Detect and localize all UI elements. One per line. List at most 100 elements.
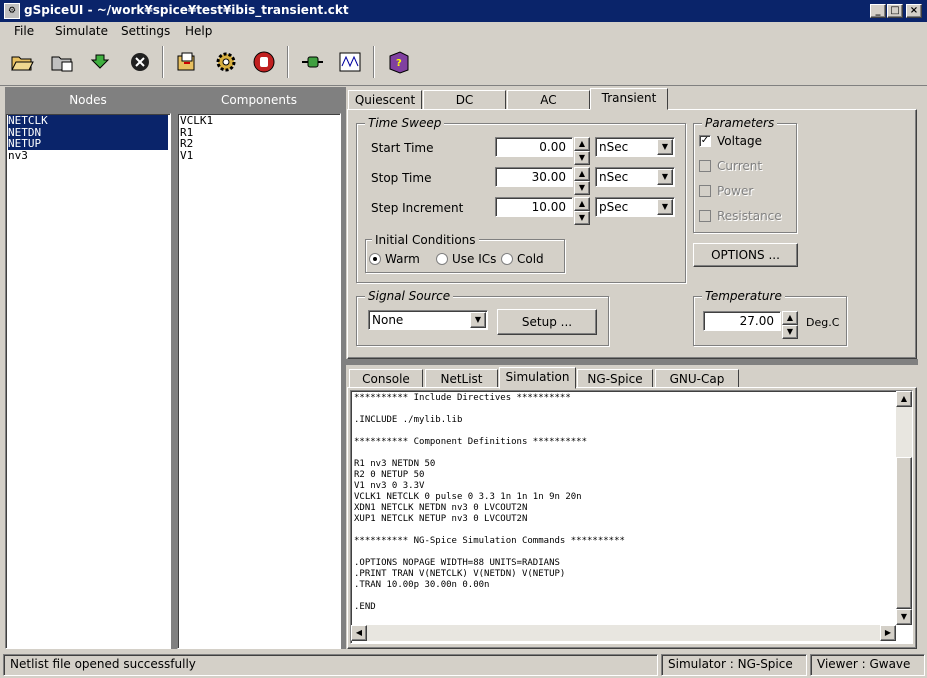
power-label: Power xyxy=(717,184,754,198)
nodes-panel: Nodes NETCLK NETDN NETUP nv3 xyxy=(5,87,171,649)
scroll-right-icon[interactable]: ▶ xyxy=(880,625,896,641)
voltage-label[interactable]: Voltage xyxy=(717,134,762,148)
settings-gear-icon[interactable] xyxy=(210,46,242,78)
chevron-down-icon[interactable]: ▼ xyxy=(657,199,673,215)
simulation-text-area[interactable]: ********** Include Directives **********… xyxy=(350,390,913,644)
simulate-plug-icon[interactable] xyxy=(296,46,328,78)
temperature-input[interactable]: 27.00 xyxy=(703,311,781,331)
minimize-button[interactable]: _ xyxy=(870,4,886,18)
component-item[interactable]: R2 xyxy=(180,138,338,150)
use-ics-label[interactable]: Use ICs xyxy=(452,252,496,266)
step-increment-spinner[interactable]: ▲ ▼ xyxy=(574,197,590,225)
warm-label[interactable]: Warm xyxy=(385,252,420,266)
spin-down-icon[interactable]: ▼ xyxy=(574,211,590,225)
window-close-button[interactable]: × xyxy=(906,4,922,18)
horizontal-scrollbar[interactable]: ◀ ▶ xyxy=(351,625,896,641)
node-item[interactable]: nv3 xyxy=(8,149,168,162)
menu-file[interactable]: File xyxy=(14,24,34,38)
chevron-down-icon[interactable]: ▼ xyxy=(657,169,673,185)
spin-down-icon[interactable]: ▼ xyxy=(574,151,590,165)
window-title: gSpiceUI - ~/work¥spice¥test¥ibis_transi… xyxy=(24,3,349,17)
create-netlist-icon[interactable] xyxy=(170,46,202,78)
tab-gnu-cap[interactable]: GNU-Cap xyxy=(655,369,739,389)
component-item[interactable]: VCLK1 xyxy=(180,115,338,127)
tab-netlist[interactable]: NetList xyxy=(425,369,498,389)
spin-up-icon[interactable]: ▲ xyxy=(782,311,798,325)
scroll-up-icon[interactable]: ▲ xyxy=(896,391,912,407)
components-list[interactable]: VCLK1 R1 R2 V1 xyxy=(177,113,341,649)
simulation-text[interactable]: ********** Include Directives **********… xyxy=(351,391,896,625)
app-icon[interactable]: ⚙ xyxy=(4,3,20,19)
options-button[interactable]: OPTIONS ... xyxy=(693,243,798,267)
step-increment-unit-select[interactable]: pSec ▼ xyxy=(595,197,675,217)
menu-simulate[interactable]: Simulate xyxy=(55,24,108,38)
step-increment-input[interactable]: 10.00 xyxy=(495,197,573,217)
components-panel: Components VCLK1 R1 R2 V1 xyxy=(177,87,341,649)
spin-up-icon[interactable]: ▲ xyxy=(574,137,590,151)
console-line: XDN1 NETCLK NETDN nv3 0 LVCOUT2N xyxy=(354,503,528,513)
temperature-spinner[interactable]: ▲ ▼ xyxy=(782,311,798,339)
stop-time-unit-select[interactable]: nSec ▼ xyxy=(595,167,675,187)
panel-divider[interactable] xyxy=(341,87,346,649)
start-time-unit-select[interactable]: nSec ▼ xyxy=(595,137,675,157)
title-bar[interactable]: ⚙ gSpiceUI - ~/work¥spice¥test¥ibis_tran… xyxy=(0,0,927,22)
stop-time-input[interactable]: 30.00 xyxy=(495,167,573,187)
temperature-label: Temperature xyxy=(702,289,785,303)
chevron-down-icon[interactable]: ▼ xyxy=(657,139,673,155)
tab-simulation[interactable]: Simulation xyxy=(499,367,576,389)
tab-ac[interactable]: AC xyxy=(507,90,590,110)
menu-settings[interactable]: Settings xyxy=(121,24,170,38)
open-folder-icon[interactable] xyxy=(6,46,38,78)
chevron-down-icon[interactable]: ▼ xyxy=(470,312,486,328)
toolbar-separator xyxy=(287,46,289,78)
step-increment-unit-value: pSec xyxy=(599,200,629,214)
setup-button[interactable]: Setup ... xyxy=(497,309,597,335)
spin-up-icon[interactable]: ▲ xyxy=(574,197,590,211)
stop-time-unit-value: nSec xyxy=(599,170,629,184)
stop-hand-icon[interactable] xyxy=(248,46,280,78)
scroll-down-icon[interactable]: ▼ xyxy=(896,609,912,625)
console-line: R1 nv3 NETDN 50 xyxy=(354,459,436,469)
tab-quiescent[interactable]: Quiescent xyxy=(348,90,422,110)
waveform-viewer-icon[interactable] xyxy=(334,46,366,78)
tab-console[interactable]: Console xyxy=(349,369,423,389)
help-book-icon[interactable]: ? xyxy=(382,46,414,78)
node-item[interactable]: NETUP xyxy=(8,138,168,150)
use-ics-radio[interactable] xyxy=(436,253,448,265)
close-icon[interactable] xyxy=(124,46,156,78)
cold-label[interactable]: Cold xyxy=(517,252,544,266)
reload-icon[interactable] xyxy=(85,46,117,78)
spin-down-icon[interactable]: ▼ xyxy=(574,181,590,195)
cold-radio[interactable] xyxy=(501,253,513,265)
tab-dc[interactable]: DC xyxy=(423,90,506,110)
current-checkbox[interactable] xyxy=(699,160,711,172)
stop-time-spinner[interactable]: ▲ ▼ xyxy=(574,167,590,195)
nodes-list[interactable]: NETCLK NETDN NETUP nv3 xyxy=(5,113,171,649)
tab-ng-spice[interactable]: NG-Spice xyxy=(577,369,653,389)
menu-help[interactable]: Help xyxy=(185,24,212,38)
component-item[interactable]: V1 xyxy=(180,149,338,162)
start-time-input[interactable]: 0.00 xyxy=(495,137,573,157)
voltage-checkbox[interactable]: ✓ xyxy=(699,135,711,147)
power-checkbox[interactable] xyxy=(699,185,711,197)
scroll-thumb[interactable] xyxy=(896,457,912,609)
console-line: ********** Include Directives ********** xyxy=(354,393,571,403)
import-icon[interactable] xyxy=(46,46,78,78)
spin-up-icon[interactable]: ▲ xyxy=(574,167,590,181)
start-time-spinner[interactable]: ▲ ▼ xyxy=(574,137,590,165)
toolbar: ? xyxy=(0,40,927,86)
scroll-left-icon[interactable]: ◀ xyxy=(351,625,367,641)
horizontal-splitter[interactable] xyxy=(346,359,918,365)
component-item[interactable]: R1 xyxy=(180,126,338,139)
resistance-checkbox[interactable] xyxy=(699,210,711,222)
vertical-scrollbar[interactable]: ▲ ▼ xyxy=(896,391,912,625)
maximize-button[interactable]: □ xyxy=(887,4,903,18)
node-item[interactable]: NETCLK xyxy=(8,115,168,127)
tab-transient[interactable]: Transient xyxy=(590,88,668,110)
spin-down-icon[interactable]: ▼ xyxy=(782,325,798,339)
console-line: V1 nv3 0 3.3V xyxy=(354,481,425,491)
signal-source-select[interactable]: None ▼ xyxy=(368,310,488,330)
warm-radio[interactable] xyxy=(369,253,381,265)
